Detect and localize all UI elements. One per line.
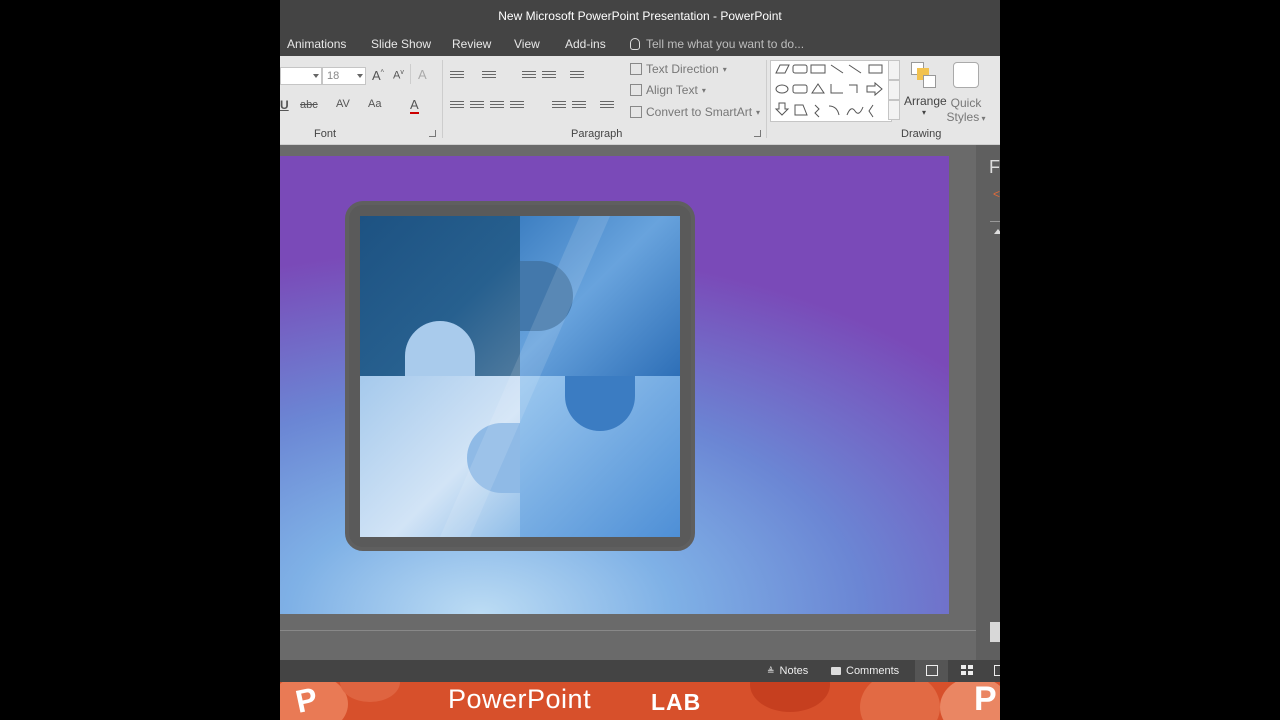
change-case-button[interactable]: Aa [368, 98, 381, 110]
font-group-label: Font [314, 128, 337, 140]
lightbulb-icon [630, 38, 640, 50]
convert-smartart-button[interactable]: Convert to SmartArt ▾ [630, 105, 760, 119]
reading-view-icon[interactable] [994, 665, 1000, 676]
slide-sorter-icon[interactable] [961, 665, 973, 676]
quick-styles-button[interactable]: Quick Styles ▾ [946, 62, 986, 124]
font-size-value: 18 [327, 70, 340, 82]
bullets-button[interactable] [450, 71, 464, 81]
puzzle-image[interactable] [280, 156, 949, 614]
notes-icon: ≜ [767, 665, 775, 676]
font-color-button[interactable]: A [410, 97, 419, 114]
ltr-button[interactable] [552, 101, 566, 111]
format-pane: F < [976, 145, 1000, 660]
font-dialog-launcher[interactable] [429, 130, 436, 137]
normal-view-button[interactable] [915, 660, 948, 682]
tell-me-placeholder: Tell me what you want to do... [646, 37, 805, 51]
quick-styles-label-1: Quick [950, 96, 982, 110]
increase-indent-button[interactable] [542, 71, 556, 81]
tab-review[interactable]: Review [452, 37, 491, 51]
shapes-scroll-up[interactable] [888, 60, 900, 80]
banner-title: PowerPoint [448, 684, 592, 714]
ribbon: 18 A^ Av A U abc AV Aa A Font Text Direc… [280, 56, 1000, 145]
quick-styles-icon [953, 62, 979, 88]
powerpoint-window: New Microsoft PowerPoint Presentation - … [280, 0, 1000, 720]
align-center-button[interactable] [470, 101, 484, 111]
normal-view-icon [926, 665, 938, 676]
convert-smartart-label: Convert to SmartArt [646, 105, 753, 119]
shapes-scroll-down[interactable] [888, 80, 900, 100]
tab-add-ins[interactable]: Add-ins [565, 37, 606, 51]
text-direction-button[interactable]: Text Direction ▾ [630, 62, 727, 76]
character-spacing-button[interactable]: AV [336, 98, 350, 110]
quick-styles-label-2: Styles [946, 110, 980, 124]
align-text-button[interactable]: Align Text ▾ [630, 83, 706, 97]
align-text-label: Align Text [646, 83, 698, 97]
rtl-button[interactable] [572, 101, 586, 111]
close-icon[interactable]: < [993, 187, 1000, 201]
arrange-label: Arrange [904, 94, 947, 108]
strikethrough-button[interactable]: abc [300, 99, 318, 111]
brand-banner: P P PowerPoint LAB [280, 682, 1000, 720]
title-bar: New Microsoft PowerPoint Presentation - … [280, 0, 1000, 32]
numbering-button[interactable] [482, 71, 496, 81]
tab-animations[interactable]: Animations [287, 37, 346, 51]
comment-icon [831, 667, 841, 675]
triangle-up-icon[interactable] [994, 229, 1000, 234]
align-text-icon [630, 84, 642, 96]
shrink-font-button[interactable]: Av [393, 69, 404, 82]
justify-button[interactable] [510, 101, 524, 111]
comments-button[interactable]: Comments [831, 665, 899, 677]
paragraph-dialog-launcher[interactable] [754, 130, 761, 137]
notes-button[interactable]: ≜ Notes [767, 665, 808, 677]
logo-letter-right: P [974, 682, 997, 718]
grow-font-button[interactable]: A^ [372, 68, 384, 83]
banner-suffix: LAB [651, 689, 702, 715]
columns-button[interactable] [600, 101, 614, 111]
workspace: F < [280, 145, 1000, 660]
smartart-icon [630, 106, 642, 118]
align-left-button[interactable] [450, 101, 464, 111]
font-size-combo[interactable]: 18 [322, 67, 366, 85]
pane-scroll-thumb[interactable] [990, 622, 1000, 642]
comments-label: Comments [846, 665, 900, 677]
horizontal-scrollbar[interactable] [280, 630, 976, 631]
decrease-indent-button[interactable] [522, 71, 536, 81]
drawing-group-label: Drawing [901, 128, 942, 140]
shapes-gallery[interactable] [770, 60, 892, 122]
tab-slide-show[interactable]: Slide Show [371, 37, 431, 51]
text-direction-icon [630, 63, 642, 75]
shapes-more[interactable] [888, 100, 900, 120]
underline-button[interactable]: U [280, 98, 289, 112]
line-spacing-button[interactable] [570, 71, 584, 81]
status-bar: ≜ Notes Comments [280, 660, 1000, 682]
window-title: New Microsoft PowerPoint Presentation - … [498, 9, 782, 23]
tell-me-box[interactable]: Tell me what you want to do... [630, 37, 804, 51]
slide-canvas[interactable] [280, 156, 949, 614]
ribbon-tabs: Animations Slide Show Review View Add-in… [280, 32, 1000, 56]
arrange-icon [911, 62, 937, 88]
arrange-button[interactable]: Arrange ▾ [904, 62, 947, 117]
font-name-combo[interactable] [280, 67, 322, 85]
paragraph-group-label: Paragraph [571, 128, 623, 140]
clear-formatting-button[interactable]: A [418, 67, 427, 82]
tab-view[interactable]: View [514, 37, 540, 51]
notes-label: Notes [779, 665, 809, 677]
format-pane-heading: F [989, 157, 1000, 177]
text-direction-label: Text Direction [646, 62, 719, 76]
align-right-button[interactable] [490, 101, 504, 111]
